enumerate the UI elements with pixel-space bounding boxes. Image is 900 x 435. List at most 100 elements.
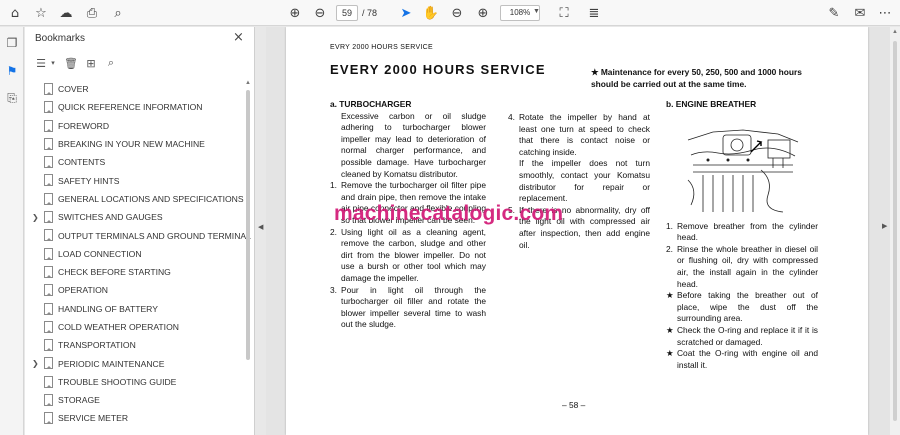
cloud-upload-icon[interactable]: ☁ (57, 4, 75, 22)
list-marker: 4. (508, 112, 515, 122)
bookmark-label: QUICK REFERENCE INFORMATION (58, 102, 203, 113)
bookmarks-list: COVER QUICK REFERENCE INFORMATION FOREWORD… (25, 80, 251, 428)
list-marker: 2. (666, 243, 673, 254)
bookmark-icon (44, 394, 53, 407)
bookmark-item[interactable]: FOREWORD (25, 117, 243, 135)
column-turbocharger-cont: 4. Rotate the impeller by hand at least o… (508, 112, 650, 251)
list-text: Rinse the whole breather in diesel oil o… (677, 243, 818, 289)
list-item: If the impeller does not turn smoothly, … (508, 158, 650, 204)
bookmarks-panel: Bookmarks × ☰ ▾ 🗑 ⊞ ⌕ COVER QUICK REFEREN… (25, 27, 255, 435)
scroll-up-icon[interactable]: ▲ (892, 29, 898, 35)
engine-breather-diagram (683, 120, 803, 218)
zoom-search-icon[interactable]: ⌕ (109, 4, 127, 22)
bookmark-label: CONTENTS (58, 157, 106, 168)
bookmark-item[interactable]: SERVICE METER (25, 409, 243, 427)
bookmark-item[interactable]: OUTPUT TERMINALS AND GROUND TERMINAL (25, 226, 251, 244)
zoom-out-icon[interactable]: ⊖ (448, 4, 466, 22)
bookmark-item[interactable]: LOAD CONNECTION (25, 245, 243, 263)
bookmark-item[interactable]: COLD WEATHER OPERATION (25, 318, 243, 336)
list-item: 4. Rotate the impeller by hand at least o… (508, 112, 650, 158)
bookmark-item[interactable]: HANDLING OF BATTERY (25, 300, 243, 318)
bookmark-item[interactable]: COVER (25, 80, 243, 98)
bookmark-icon (44, 357, 53, 370)
bookmark-item[interactable]: ❯ PERIODIC MAINTENANCE (25, 354, 243, 372)
bookmark-label: TROUBLE SHOOTING GUIDE (58, 376, 177, 387)
bookmark-item[interactable]: TRANSPORTATION (25, 336, 243, 354)
fit-page-icon[interactable]: ⛶ (555, 4, 573, 22)
collapse-panel-icon[interactable]: ◀ (258, 223, 263, 231)
bookmark-label: SWITCHES AND GAUGES (58, 212, 163, 223)
maintenance-note: ★ Maintenance for every 50, 250, 500 and… (591, 67, 802, 89)
list-item: ★ Check the O-ring and replace it if it i… (666, 325, 818, 348)
bookmarks-scrollbar[interactable]: ▲ (244, 80, 252, 430)
panel-splitter[interactable]: ◀ (256, 27, 266, 435)
bookmark-toolbar: ☰ ▾ 🗑 ⊞ ⌕ (33, 55, 153, 73)
delete-bookmark-icon[interactable]: 🗑 (63, 55, 79, 71)
bookmark-star-icon[interactable]: ☆ (32, 4, 50, 22)
bookmark-label: STORAGE (58, 395, 100, 406)
more-icon[interactable]: ⋯ (876, 4, 894, 22)
page-number-input[interactable]: 59 (336, 5, 358, 21)
chevron-right-icon[interactable]: ❯ (32, 359, 40, 368)
bookmark-icon (44, 229, 53, 242)
bookmark-label: SAFETY HINTS (58, 175, 120, 186)
bookmark-label: TRANSPORTATION (58, 340, 136, 351)
scroll-up-icon[interactable]: ▲ (245, 80, 251, 86)
print-icon[interactable]: ⎙ (83, 4, 101, 22)
bookmarks-panel-title: Bookmarks (35, 33, 86, 44)
copy-pages-icon[interactable]: ❐ (4, 35, 20, 51)
home-icon[interactable]: ⌂ (6, 4, 24, 22)
add-bookmark-icon[interactable]: ⊞ (83, 55, 99, 71)
bookmark-item[interactable]: SAFETY HINTS (25, 171, 243, 189)
watermark-text: machinecatalogic.com (334, 202, 564, 225)
turbocharger-steps-cont: 4. Rotate the impeller by hand at least o… (508, 112, 650, 251)
annotate-pen-icon[interactable]: ✎ (825, 4, 843, 22)
mail-icon[interactable]: ✉ (851, 4, 869, 22)
chevron-down-icon[interactable]: ▼ (533, 8, 540, 15)
expand-right-panel-icon[interactable]: ▶ (882, 222, 887, 230)
scrollbar-thumb[interactable] (893, 41, 897, 421)
bookmark-icon (44, 320, 53, 333)
bookmark-label: OUTPUT TERMINALS AND GROUND TERMINAL (58, 230, 251, 241)
close-icon[interactable]: × (233, 30, 244, 45)
zoom-in-icon[interactable]: ⊕ (474, 4, 492, 22)
chevron-down-icon[interactable]: ▾ (45, 55, 61, 71)
attachment-icon[interactable]: ⎘ (4, 90, 20, 106)
main-toolbar: ⌂ ☆ ☁ ⎙ ⌕ ⊕ ⊖ 59 / 78 ➤ ✋ ⊖ ⊕ 108% ▼ ⛶ ≣… (0, 0, 900, 26)
list-marker: ★ (666, 290, 674, 301)
list-item: 2. Rinse the whole breather in diesel oil… (666, 244, 818, 290)
bookmark-item[interactable]: STORAGE (25, 391, 243, 409)
scroll-mode-icon[interactable]: ≣ (585, 4, 603, 22)
bookmark-label: CHECK BEFORE STARTING (58, 267, 171, 278)
scrollbar-thumb[interactable] (246, 90, 250, 360)
list-text: Using light oil as a cleaning agent, rem… (341, 226, 486, 283)
bookmark-item[interactable]: CHECK BEFORE STARTING (25, 263, 243, 281)
chevron-right-icon[interactable]: ❯ (32, 213, 40, 222)
bookmark-icon (44, 265, 53, 278)
engine-breather-steps: 1. Remove breather from the cylinder head… (666, 221, 818, 372)
bookmark-item[interactable]: GENERAL LOCATIONS AND SPECIFICATIONS (25, 190, 244, 208)
bookmark-label: OPERATION (58, 285, 108, 296)
hand-tool-icon[interactable]: ✋ (422, 4, 440, 22)
list-marker: 1. (666, 220, 673, 231)
select-cursor-icon[interactable]: ➤ (397, 4, 415, 22)
list-item: 2. Using light oil as a cleaning agent, r… (330, 227, 486, 285)
bookmark-icon (44, 192, 53, 205)
bookmark-item[interactable]: OPERATION (25, 281, 243, 299)
bookmark-icon (44, 101, 53, 114)
bookmark-item[interactable]: CONTENTS (25, 153, 243, 171)
bookmark-item[interactable]: ❯ SWITCHES AND GAUGES (25, 208, 243, 226)
bookmarks-icon[interactable]: ⚑ (4, 63, 20, 79)
bookmark-item[interactable]: TROUBLE SHOOTING GUIDE (25, 373, 243, 391)
document-scrollbar[interactable]: ▲ (890, 27, 900, 435)
bookmark-icon (44, 412, 53, 425)
bookmark-item[interactable]: QUICK REFERENCE INFORMATION (25, 98, 243, 116)
page-down-icon[interactable]: ⊖ (311, 4, 329, 22)
bookmark-item[interactable]: BREAKING IN YOUR NEW MACHINE (25, 135, 243, 153)
page-up-icon[interactable]: ⊕ (286, 4, 304, 22)
list-marker: ★ (666, 348, 674, 359)
search-bookmark-icon[interactable]: ⌕ (103, 55, 119, 71)
bookmark-icon (44, 247, 53, 260)
bookmark-label: PERIODIC MAINTENANCE (58, 358, 165, 369)
left-navigation-rail: ❐ ⚑ ⎘ (0, 27, 24, 435)
